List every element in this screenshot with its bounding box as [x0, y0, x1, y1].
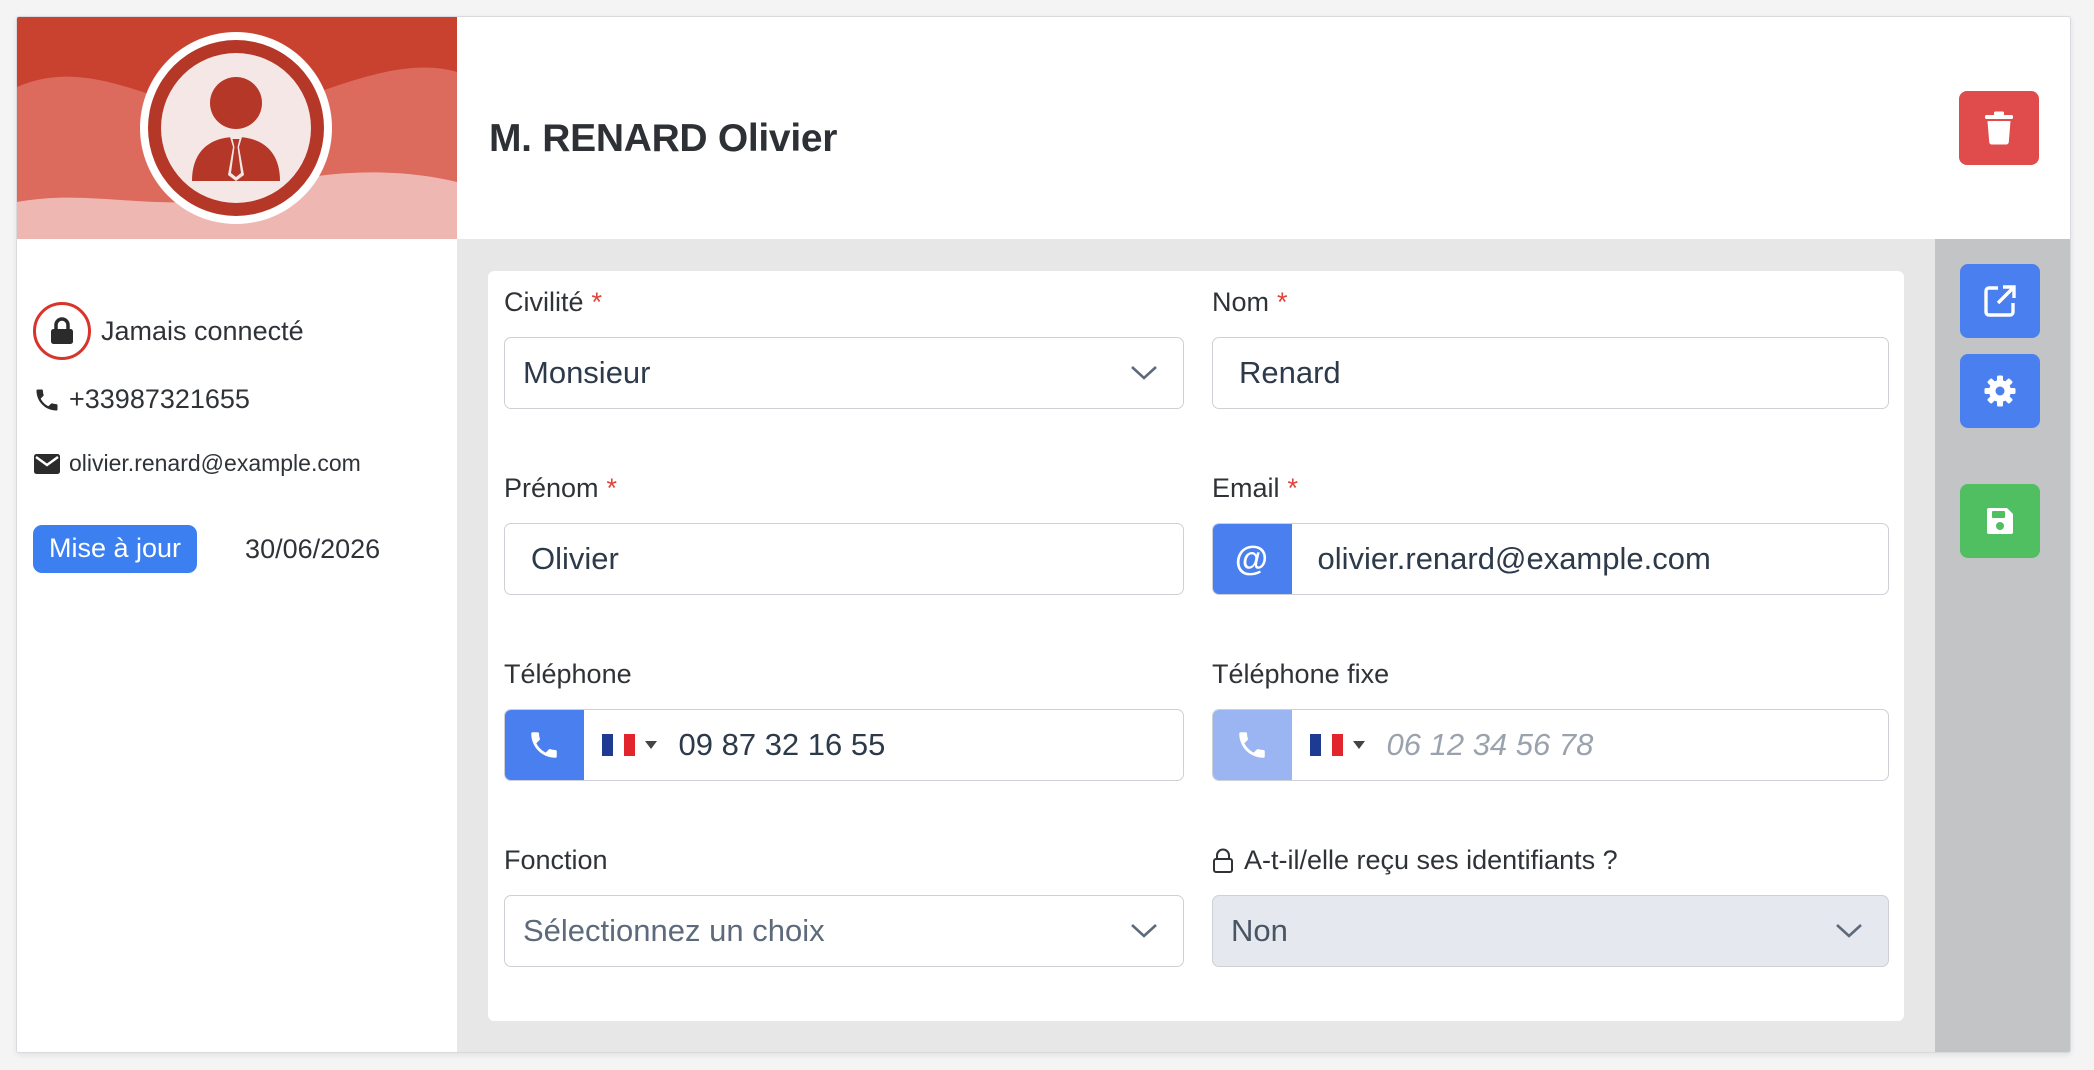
- connection-status-text: Jamais connecté: [101, 315, 304, 346]
- prenom-value: Olivier: [531, 541, 619, 576]
- civilite-select[interactable]: Monsieur: [504, 337, 1184, 409]
- identifiants-value: Non: [1231, 913, 1288, 948]
- prenom-label: Prénom *: [504, 473, 618, 503]
- gear-icon: [1984, 375, 2016, 407]
- sidebar-phone: +33987321655: [33, 384, 250, 415]
- profile-sidebar: Jamais connecté +33987321655 olivier.ren…: [17, 239, 457, 1052]
- france-flag-icon: [601, 734, 635, 756]
- sidebar-update-row: Mise à jour 30/06/2026: [33, 525, 380, 573]
- user-profile-card: M. RENARD Olivier Jamais connecté +33987…: [16, 16, 2071, 1053]
- nom-label: Nom *: [1212, 287, 1288, 317]
- connection-status: Jamais connecté: [33, 302, 304, 360]
- telephone-fixe-placeholder: 06 12 34 56 78: [1386, 727, 1594, 762]
- telephone-fixe-label: Téléphone fixe: [1212, 659, 1390, 689]
- user-form: Civilité * Monsieur Nom * Renard Prénom * O…: [488, 271, 1904, 1021]
- trash-icon: [1985, 111, 2013, 145]
- country-selector[interactable]: [601, 734, 657, 756]
- phone-icon: [1238, 732, 1265, 758]
- connection-lock-badge: [33, 302, 91, 360]
- sidebar-phone-text: +33987321655: [69, 384, 250, 414]
- country-selector[interactable]: [1309, 734, 1365, 756]
- envelope-icon: [34, 453, 60, 474]
- telephone-label: Téléphone: [504, 659, 632, 689]
- identifiants-select: Non: [1212, 895, 1889, 967]
- phone-icon: [36, 389, 58, 410]
- sidebar-email: olivier.renard@example.com: [33, 450, 361, 477]
- nom-value: Renard: [1239, 355, 1341, 390]
- fonction-select[interactable]: Sélectionnez un choix: [504, 895, 1184, 967]
- delete-button[interactable]: [1959, 91, 2039, 165]
- email-input[interactable]: @ olivier.renard@example.com: [1212, 523, 1889, 595]
- lock-outline-icon: [1213, 848, 1233, 873]
- fonction-placeholder: Sélectionnez un choix: [523, 913, 825, 948]
- phone-icon: [530, 732, 557, 758]
- telephone-input[interactable]: 09 87 32 16 55: [504, 709, 1184, 781]
- telephone-prefix: [505, 710, 584, 780]
- telephone-value: 09 87 32 16 55: [678, 727, 886, 762]
- sidebar-email-text: olivier.renard@example.com: [69, 450, 361, 476]
- update-badge: Mise à jour: [33, 525, 198, 573]
- france-flag-icon: [1309, 734, 1343, 756]
- caret-down-icon: [644, 741, 657, 749]
- profile-banner: [17, 17, 457, 239]
- fonction-label: Fonction: [504, 845, 608, 875]
- avatar: [140, 32, 332, 224]
- prenom-input[interactable]: Olivier: [504, 523, 1184, 595]
- user-tie-icon: [192, 77, 280, 181]
- chevron-down-icon: [1131, 366, 1157, 380]
- nom-input[interactable]: Renard: [1212, 337, 1889, 409]
- external-link-icon: [1984, 285, 2016, 317]
- at-sign-icon: @: [1213, 524, 1292, 594]
- identifiants-label: A-t-il/elle reçu ses identifiants ?: [1212, 845, 1618, 876]
- settings-button[interactable]: [1960, 354, 2040, 428]
- email-value: olivier.renard@example.com: [1317, 541, 1711, 576]
- caret-down-icon: [1352, 741, 1365, 749]
- chevron-down-icon: [1836, 924, 1862, 938]
- page-title: M. RENARD Olivier: [489, 117, 838, 160]
- open-external-button[interactable]: [1960, 264, 2040, 338]
- lock-icon: [51, 317, 73, 344]
- telephone-fixe-prefix: [1213, 710, 1292, 780]
- chevron-down-icon: [1131, 924, 1157, 938]
- save-button[interactable]: [1960, 484, 2040, 558]
- civilite-label: Civilité *: [504, 287, 603, 317]
- email-label: Email *: [1212, 473, 1299, 503]
- floppy-disk-icon: [1987, 508, 2013, 534]
- update-date: 30/06/2026: [245, 533, 381, 564]
- telephone-fixe-input[interactable]: 06 12 34 56 78: [1212, 709, 1889, 781]
- civilite-value: Monsieur: [523, 355, 651, 390]
